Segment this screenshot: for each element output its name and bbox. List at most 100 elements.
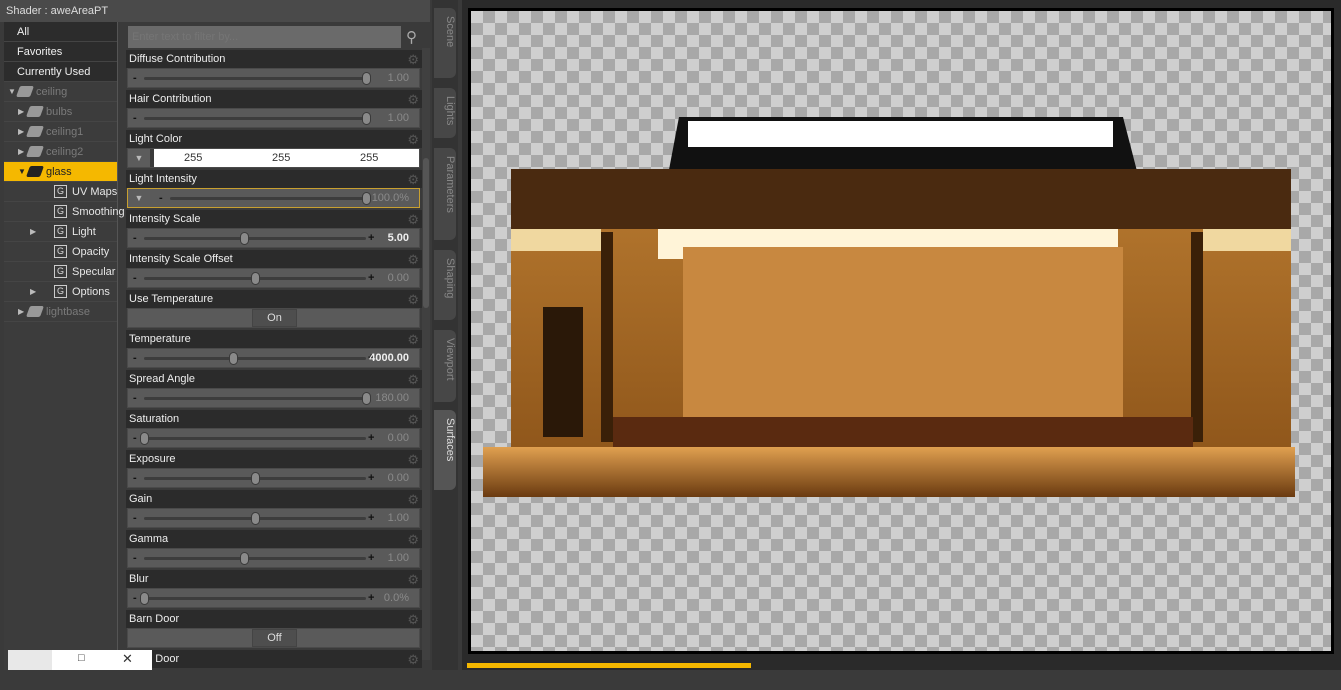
slider-track[interactable] — [144, 117, 366, 120]
gear-icon[interactable]: ⚙ — [407, 492, 419, 508]
category-item[interactable]: All — [4, 22, 117, 42]
gear-icon[interactable]: ⚙ — [407, 52, 419, 68]
color-swatch[interactable]: 255 255 255 — [154, 149, 419, 167]
viewport[interactable] — [462, 0, 1341, 670]
tab-surfaces[interactable]: Surfaces — [434, 410, 456, 490]
gear-icon[interactable]: ⚙ — [407, 612, 419, 628]
expand-arrow-icon[interactable]: ▶ — [18, 122, 24, 142]
value-field[interactable]: 4000.00 — [369, 352, 409, 364]
value-field[interactable]: 1.00 — [388, 552, 409, 564]
tree-item[interactable]: ▶ lightbase — [4, 302, 117, 322]
expand-arrow-icon[interactable]: ▶ — [30, 282, 36, 302]
tab-parameters[interactable]: Parameters — [434, 148, 456, 240]
increment-button[interactable]: + — [368, 432, 374, 444]
category-item[interactable]: Favorites — [4, 42, 117, 62]
slider-knob[interactable] — [251, 472, 260, 485]
increment-button[interactable]: + — [368, 592, 374, 604]
tree-item[interactable]: ▶ ceiling1 — [4, 122, 117, 142]
value-field[interactable]: 1.00 — [388, 72, 409, 84]
gear-icon[interactable]: ⚙ — [407, 372, 419, 388]
gear-icon[interactable]: ⚙ — [407, 412, 419, 428]
slider-track[interactable] — [144, 437, 366, 440]
toggle-button[interactable]: Off — [252, 629, 297, 647]
slider-knob[interactable] — [362, 392, 371, 405]
tree-item[interactable]: ▶ bulbs — [4, 102, 117, 122]
slider-track[interactable] — [144, 237, 366, 240]
expand-arrow-icon[interactable]: ▶ — [18, 102, 24, 122]
decrement-button[interactable]: - — [133, 72, 137, 84]
tree-item[interactable]: ▼ glass — [4, 162, 117, 182]
decrement-button[interactable]: - — [133, 392, 137, 404]
gear-icon[interactable]: ⚙ — [407, 572, 419, 588]
value-field[interactable]: 0.0% — [384, 592, 409, 604]
gear-icon[interactable]: ⚙ — [407, 252, 419, 268]
slider-knob[interactable] — [251, 512, 260, 525]
value-field[interactable]: 100.0% — [372, 192, 409, 204]
gear-icon[interactable]: ⚙ — [407, 532, 419, 548]
decrement-button[interactable]: - — [133, 552, 137, 564]
slider-track[interactable] — [144, 597, 366, 600]
decrement-button[interactable]: - — [133, 112, 137, 124]
slider-knob[interactable] — [140, 432, 149, 445]
expand-arrow-icon[interactable]: ▼ — [8, 82, 16, 102]
increment-button[interactable]: + — [368, 472, 374, 484]
value-field[interactable]: 0.00 — [388, 472, 409, 484]
dropdown-arrow-icon[interactable]: ▼ — [128, 189, 150, 207]
value-field[interactable]: 5.00 — [388, 232, 409, 244]
parameters-scrollbar[interactable] — [422, 48, 430, 660]
gear-icon[interactable]: ⚙ — [407, 132, 419, 148]
slider-track[interactable] — [144, 357, 366, 360]
tab-viewport[interactable]: Viewport — [434, 330, 456, 402]
increment-button[interactable]: + — [368, 232, 374, 244]
slider-track[interactable] — [144, 77, 366, 80]
gear-icon[interactable]: ⚙ — [407, 292, 419, 308]
slider-knob[interactable] — [362, 112, 371, 125]
gear-icon[interactable]: ⚙ — [407, 332, 419, 348]
tree-item[interactable]: ▶ ceiling2 — [4, 142, 117, 162]
slider-knob[interactable] — [140, 592, 149, 605]
close-icon[interactable]: ✕ — [122, 651, 133, 667]
increment-button[interactable]: + — [368, 552, 374, 564]
decrement-button[interactable]: - — [133, 512, 137, 524]
app-icon[interactable] — [8, 650, 52, 670]
value-field[interactable]: 0.00 — [388, 272, 409, 284]
gear-icon[interactable]: ⚙ — [407, 452, 419, 468]
value-field[interactable]: 0.00 — [388, 432, 409, 444]
expand-arrow-icon[interactable]: ▼ — [18, 162, 26, 182]
filter-input[interactable] — [128, 26, 401, 48]
tree-item[interactable]: G Opacity — [4, 242, 117, 262]
gear-icon[interactable]: ⚙ — [407, 172, 419, 188]
tree-item[interactable]: ▶ G Options — [4, 282, 117, 302]
tree-item[interactable]: G UV Maps — [4, 182, 117, 202]
maximize-icon[interactable]: □ — [78, 652, 85, 664]
slider-knob[interactable] — [228, 352, 238, 365]
slider-knob[interactable] — [251, 272, 260, 285]
gear-icon[interactable]: ⚙ — [407, 652, 419, 668]
slider-knob[interactable] — [239, 232, 249, 245]
toggle-button[interactable]: On — [252, 309, 297, 327]
tab-shaping[interactable]: Shaping — [434, 250, 456, 320]
decrement-button[interactable]: - — [133, 472, 137, 484]
gear-icon[interactable]: ⚙ — [407, 92, 419, 108]
slider-knob[interactable] — [362, 72, 371, 85]
expand-arrow-icon[interactable]: ▶ — [18, 142, 24, 162]
decrement-button[interactable]: - — [133, 232, 137, 244]
gear-icon[interactable]: ⚙ — [407, 212, 419, 228]
increment-button[interactable]: + — [368, 272, 374, 284]
tree-item[interactable]: ▼ ceiling — [4, 82, 117, 102]
increment-button[interactable]: + — [368, 512, 374, 524]
category-item[interactable]: Currently Used — [4, 62, 117, 82]
tab-scene[interactable]: Scene — [434, 8, 456, 78]
dropdown-arrow-icon[interactable]: ▼ — [128, 149, 150, 167]
scrollbar-thumb[interactable] — [423, 158, 429, 308]
tree-item[interactable]: G Smoothing — [4, 202, 125, 222]
slider-knob[interactable] — [362, 192, 371, 205]
decrement-button[interactable]: - — [159, 192, 163, 204]
tree-item[interactable]: G Specular — [4, 262, 117, 282]
decrement-button[interactable]: - — [133, 352, 137, 364]
value-field[interactable]: 1.00 — [388, 512, 409, 524]
search-icon[interactable]: ⚲ — [406, 28, 424, 46]
tree-item[interactable]: ▶ G Light — [4, 222, 117, 242]
expand-arrow-icon[interactable]: ▶ — [30, 222, 36, 242]
decrement-button[interactable]: - — [133, 272, 137, 284]
